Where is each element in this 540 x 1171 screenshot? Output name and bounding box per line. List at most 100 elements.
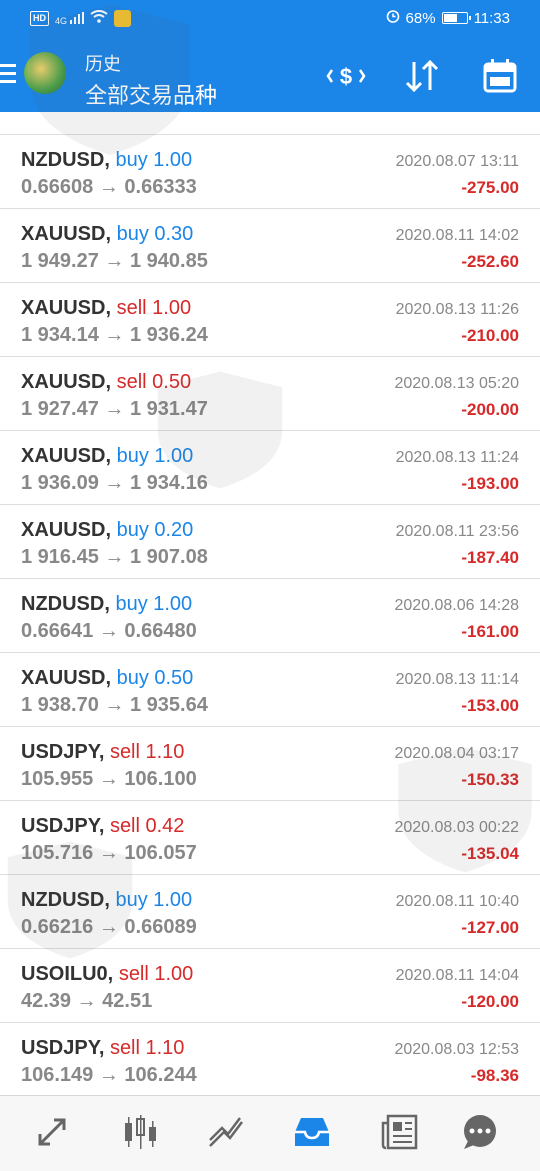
trade-row[interactable]: XAUUSD, buy 0.30 1 949.27 → 1 940.85 2020.… — [0, 209, 540, 283]
trade-profit: -193.00 — [461, 474, 519, 493]
nav-chart[interactable] — [118, 1112, 162, 1152]
trade-side: buy 1.00 — [116, 445, 194, 467]
trade-time: 2020.08.13 11:14 — [395, 671, 519, 688]
nav-chat[interactable] — [458, 1112, 502, 1152]
trade-side: buy 1.00 — [115, 593, 193, 615]
news-icon — [381, 1114, 418, 1150]
bottom-navigation — [0, 1095, 540, 1171]
trade-row[interactable]: NZDUSD, buy 1.00 0.66641 → 0.66480 2020.08… — [0, 579, 540, 653]
battery-icon — [441, 12, 471, 24]
trade-prices: 1 927.47 → 1 931.47 — [21, 398, 208, 420]
trade-time: 2020.08.07 13:11 — [395, 153, 519, 170]
trade-row[interactable]: NZDUSD, buy 1.00 0.66216 → 0.66089 2020.08… — [0, 875, 540, 949]
trade-time: 2020.08.11 14:02 — [395, 227, 519, 244]
page-title: 历史 — [85, 54, 121, 74]
trade-side: sell 0.50 — [116, 371, 192, 393]
trade-time: 2020.08.11 14:04 — [395, 967, 519, 984]
trade-profit: -200.00 — [461, 400, 519, 419]
trade-row[interactable]: USDJPY, sell 1.10 106.149 → 106.244 2020.0… — [0, 1023, 540, 1092]
trade-row[interactable]: XAUUSD, sell 0.50 1 927.47 → 1 931.47 2020… — [0, 357, 540, 431]
trade-prices: 1 938.70 → 1 935.64 — [21, 694, 208, 716]
nav-history[interactable] — [290, 1112, 334, 1152]
quotes-icon — [38, 1118, 66, 1146]
trade-time: 2020.08.03 00:22 — [394, 819, 519, 836]
trade-symbol: XAUUSD, buy 0.30 — [21, 223, 194, 245]
metatrader-logo — [24, 52, 66, 94]
trade-side: sell 1.00 — [116, 297, 192, 319]
trade-symbol: USDJPY, sell 1.10 — [21, 741, 185, 763]
trade-profit: -127.00 — [461, 918, 519, 937]
trade-prices: 106.149 → 106.244 — [21, 1064, 197, 1086]
trade-prices: 1 936.09 → 1 934.16 — [21, 472, 208, 494]
trade-side: sell 1.10 — [109, 1037, 185, 1059]
symbol-filter[interactable]: 全部交易品种 — [85, 78, 217, 110]
trade-time: 2020.08.11 10:40 — [395, 893, 519, 910]
trade-row[interactable]: USDJPY, sell 0.42 105.716 → 106.057 2020.0… — [0, 801, 540, 875]
trade-time: 2020.08.06 14:28 — [394, 597, 519, 614]
trade-row[interactable]: XAUUSD, buy 0.20 1 916.45 → 1 907.08 2020.… — [0, 505, 540, 579]
currency-button[interactable]: $ — [324, 54, 368, 98]
calendar-icon — [483, 59, 517, 93]
calendar-button[interactable] — [478, 54, 522, 98]
trade-prices: 1 949.27 → 1 940.85 — [21, 250, 208, 272]
chart-candles-icon — [125, 1115, 156, 1149]
trade-side: sell 1.10 — [109, 741, 185, 763]
nav-news[interactable] — [378, 1112, 422, 1152]
trade-side: buy 1.00 — [115, 149, 193, 171]
trade-profit: -252.60 — [461, 252, 519, 271]
trade-row[interactable]: NZDUSD, buy 1.00 0.66608 → 0.66333 2020.08… — [0, 135, 540, 209]
trade-symbol: XAUUSD, sell 1.00 — [21, 297, 192, 319]
trade-symbol: XAUUSD, buy 1.00 — [21, 445, 194, 467]
hamburger-icon[interactable] — [0, 64, 16, 88]
trade-side: buy 0.50 — [116, 667, 194, 689]
trade-side: buy 0.20 — [116, 519, 194, 541]
trade-prices: 42.39 → 42.51 — [21, 990, 153, 1012]
sort-icon — [405, 59, 439, 93]
trade-symbol: XAUUSD, sell 0.50 — [21, 371, 192, 393]
battery-percent: 68% — [405, 9, 436, 27]
trade-symbol: USOILU0, sell 1.00 — [21, 963, 194, 985]
trade-row[interactable]: USDJPY, sell 1.10 105.955 → 106.100 2020.0… — [0, 727, 540, 801]
trade-time: 2020.08.11 23:56 — [395, 523, 519, 540]
trade-side: sell 0.42 — [109, 815, 185, 837]
history-icon — [295, 1118, 329, 1146]
clock: 11:33 — [473, 9, 510, 27]
status-right: 68% 11:33 — [386, 9, 510, 27]
wifi-icon — [89, 10, 108, 27]
trade-side: sell 1.00 — [118, 963, 194, 985]
hd-badge: HD — [30, 11, 49, 26]
currency-icon: $ — [326, 64, 366, 89]
trade-profit: -98.36 — [470, 1066, 519, 1085]
trade-history-list[interactable]: NZDUSD, buy 1.00 0.66608 → 0.66333 2020.08… — [0, 112, 540, 1092]
trade-time: 2020.08.04 03:17 — [394, 745, 519, 762]
trade-prices: 105.716 → 106.057 — [21, 842, 197, 864]
trade-time: 2020.08.13 11:26 — [395, 301, 519, 318]
trade-symbol: XAUUSD, buy 0.20 — [21, 519, 194, 541]
nav-trade[interactable] — [204, 1112, 248, 1152]
svg-text:$: $ — [340, 64, 352, 89]
trade-side: buy 0.30 — [116, 223, 194, 245]
chat-icon — [464, 1115, 496, 1149]
trade-prices: 1 934.14 → 1 936.24 — [21, 324, 208, 346]
trade-row[interactable]: XAUUSD, sell 1.00 1 934.14 → 1 936.24 2020… — [0, 283, 540, 357]
partial-row — [0, 112, 540, 135]
app-header: HD 4G 68% 11:33 历史 全部交易品种 $ — [0, 0, 540, 112]
trade-time: 2020.08.13 05:20 — [394, 375, 519, 392]
trade-row[interactable]: XAUUSD, buy 1.00 1 936.09 → 1 934.16 2020.… — [0, 431, 540, 505]
trade-profit: -275.00 — [461, 178, 519, 197]
notification-app-icon — [113, 10, 131, 27]
trade-side: buy 1.00 — [115, 889, 193, 911]
trade-prices: 0.66216 → 0.66089 — [21, 916, 197, 938]
trade-prices: 105.955 → 106.100 — [21, 768, 197, 790]
trade-symbol: NZDUSD, buy 1.00 — [21, 593, 193, 615]
trade-profit: -135.04 — [461, 844, 519, 863]
nav-quotes[interactable] — [32, 1112, 76, 1152]
trade-prices: 0.66608 → 0.66333 — [21, 176, 197, 198]
status-bar: HD 4G 68% 11:33 — [0, 0, 540, 38]
sort-button[interactable] — [400, 54, 444, 98]
trade-row[interactable]: XAUUSD, buy 0.50 1 938.70 → 1 935.64 2020.… — [0, 653, 540, 727]
trade-row[interactable]: USOILU0, sell 1.00 42.39 → 42.51 2020.08.1… — [0, 949, 540, 1023]
trade-profit: -210.00 — [461, 326, 519, 345]
battery-level — [443, 14, 458, 22]
signal-icon: 4G — [55, 11, 84, 26]
